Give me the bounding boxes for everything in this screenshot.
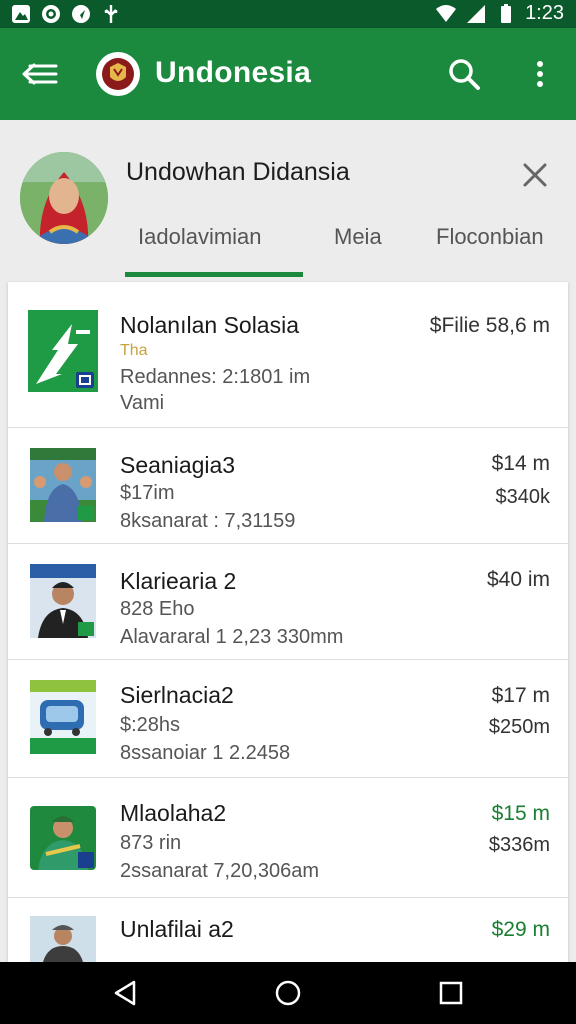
item-subtitle: $:28hs bbox=[120, 714, 181, 736]
app-title: Undonesia bbox=[155, 56, 312, 89]
battery-icon bbox=[501, 3, 512, 23]
status-bar: 1:23 bbox=[0, 0, 576, 28]
list-item[interactable]: Unlafilai a2 $29 m bbox=[8, 898, 568, 962]
item-title: Unlafilai a2 bbox=[120, 916, 234, 942]
active-tab-indicator bbox=[125, 272, 303, 277]
item-thumbnail bbox=[30, 564, 96, 638]
list-item[interactable]: Sierlnacia2 $:28hs 8ssanoiar 1 2.2458 $1… bbox=[8, 660, 568, 778]
item-thumbnail bbox=[30, 806, 96, 870]
item-subtitle: $17im bbox=[120, 482, 175, 504]
item-price: $15 m bbox=[491, 802, 550, 825]
profile-name: Undowhan Didansia bbox=[126, 158, 350, 186]
list-item[interactable]: Mlaolaha2 873 rin 2ssanarat 7,20,306am $… bbox=[8, 778, 568, 898]
tab-meia[interactable]: Meia bbox=[334, 224, 382, 250]
item-price-secondary: $340k bbox=[495, 486, 551, 508]
item-subtitle: 828 Eho bbox=[120, 598, 195, 620]
more-options-icon[interactable] bbox=[528, 56, 552, 92]
item-title: Seaniagia3 bbox=[120, 452, 236, 478]
item-thumbnail bbox=[30, 448, 96, 522]
item-detail: Alavararal 1 2,23 330mm bbox=[120, 626, 344, 648]
app-logo bbox=[96, 52, 140, 96]
tab-iadolavimian[interactable]: Iadolavimian bbox=[138, 224, 262, 250]
app-bar: Undonesia bbox=[0, 28, 576, 120]
close-icon[interactable] bbox=[520, 160, 550, 190]
back-icon[interactable] bbox=[110, 978, 140, 1008]
item-subtitle: Tha bbox=[120, 342, 148, 359]
item-detail: 2ssanarat 7,20,306am bbox=[120, 860, 320, 882]
item-title: Sierlnacia2 bbox=[120, 682, 234, 708]
item-list: Nolanılan Solasia Tha Redannes: 2:1801 i… bbox=[8, 282, 568, 962]
recents-icon[interactable] bbox=[436, 978, 466, 1008]
signal-icon bbox=[467, 4, 486, 23]
item-price: $14 m bbox=[491, 452, 550, 475]
list-item[interactable]: Klariearia 2 828 Eho Alavararal 1 2,23 3… bbox=[8, 544, 568, 660]
item-price-secondary: $250m bbox=[488, 716, 550, 738]
item-price: $Filie 58,6 m bbox=[429, 314, 550, 337]
system-navigation-bar bbox=[0, 962, 576, 1024]
item-price: $40 im bbox=[486, 568, 550, 591]
item-title: Klariearia 2 bbox=[120, 568, 237, 594]
location-icon bbox=[72, 5, 90, 23]
item-thumbnail bbox=[28, 310, 98, 392]
item-title: Nolanılan Solasia bbox=[120, 312, 300, 338]
item-detail: 8ksanarat : 7,31159 bbox=[120, 510, 296, 532]
item-detail: Redannes: 2:1801 im bbox=[120, 366, 311, 388]
item-title: Mlaolaha2 bbox=[120, 800, 227, 826]
sync-icon bbox=[42, 5, 60, 23]
list-item[interactable]: Seaniagia3 $17im 8ksanarat : 7,31159 $14… bbox=[8, 428, 568, 544]
tab-bar: Iadolavimian Meia Floconbian bbox=[0, 218, 576, 280]
list-item[interactable]: Nolanılan Solasia Tha Redannes: 2:1801 i… bbox=[8, 282, 568, 428]
profile-header: Undowhan Didansia Iadolavimian Meia Floc… bbox=[0, 120, 576, 280]
gallery-icon bbox=[12, 5, 30, 23]
menu-icon[interactable] bbox=[20, 58, 60, 90]
item-subtitle: 873 rin bbox=[120, 832, 182, 854]
wifi-icon bbox=[436, 4, 457, 22]
item-extra: Vami bbox=[120, 392, 165, 414]
status-time: 1:23 bbox=[525, 2, 564, 24]
item-detail: 8ssanoiar 1 2.2458 bbox=[120, 742, 291, 764]
item-price-secondary: $336m bbox=[488, 834, 550, 856]
home-icon[interactable] bbox=[273, 978, 303, 1008]
search-icon[interactable] bbox=[446, 56, 482, 92]
tab-floconbian[interactable]: Floconbian bbox=[436, 224, 544, 250]
usb-icon bbox=[104, 5, 118, 23]
item-thumbnail bbox=[30, 916, 96, 962]
item-thumbnail bbox=[30, 680, 96, 754]
item-price: $29 m bbox=[491, 918, 550, 941]
emblem-icon bbox=[102, 58, 134, 90]
item-price: $17 m bbox=[491, 684, 550, 707]
